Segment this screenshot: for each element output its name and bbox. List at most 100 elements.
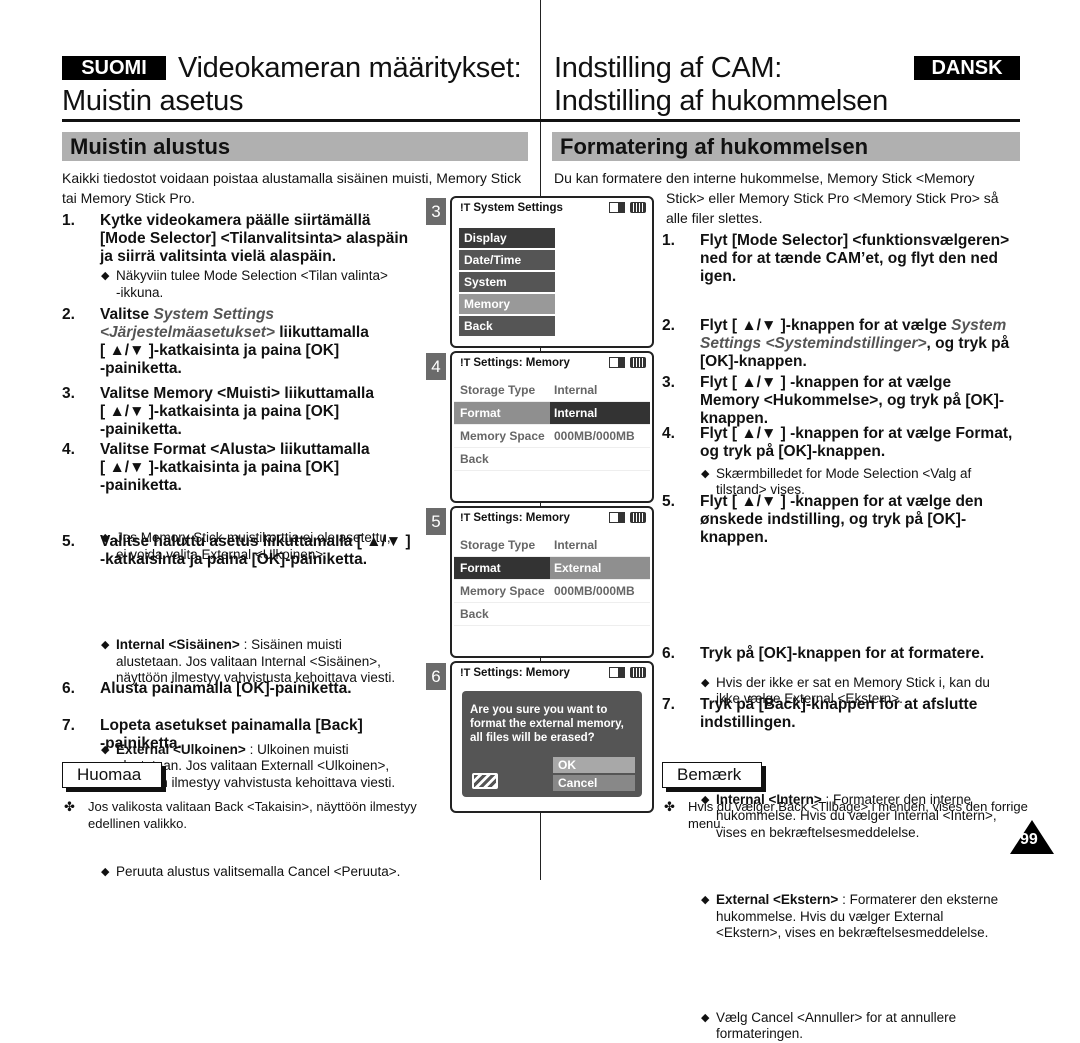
dialog-text: all files will be erased?	[470, 732, 595, 744]
sub-note-6-right: ◆ Vælg Cancel <Annuller> for at annuller…	[700, 1010, 1046, 1043]
cancel-button[interactable]: Cancel	[553, 775, 635, 791]
clover-icon: ✤	[64, 799, 75, 814]
screen-number-5: 5	[426, 508, 446, 535]
note-text: Hvis du vælger Back <Tilbage> i menuen, …	[688, 799, 1028, 814]
step-number: 2.	[662, 317, 675, 334]
note-text: menu.	[688, 816, 725, 831]
step-text: knappen.	[700, 529, 769, 546]
step-text: Tryk på [OK]-knappen for at formatere.	[700, 645, 985, 662]
row-label: Memory Space	[460, 584, 545, 598]
step-1-left: 1. Kytke videokamera päälle siirtämällä …	[62, 212, 432, 266]
menu-item-display[interactable]: Display	[459, 228, 555, 248]
screen-header: ǃT Settings: Memory	[452, 663, 652, 683]
step-3-left: 3. Valitse Memory <Muisti> liikuttamalla…	[62, 385, 432, 439]
step-text: ned for at tænde CAM’et, og flyt den ned	[700, 250, 998, 267]
sub-text: alustetaan. Jos valitaan Internal <Sisäi…	[116, 653, 381, 669]
step-number: 7.	[62, 717, 75, 734]
step-text: Flyt [Mode Selector] <funktionsvælgeren>	[700, 232, 1010, 249]
step-number: 4.	[662, 425, 675, 442]
step-text: -painiketta.	[100, 735, 182, 752]
sub-note-6-left: ◆ Peruuta alustus valitsemalla Cancel <P…	[100, 864, 446, 881]
step-number: 6.	[662, 645, 675, 662]
intro-text-right-3: alle filer slettes.	[666, 210, 763, 226]
step-4-left: 4. Valitse Format <Alusta> liikuttamalla…	[62, 441, 432, 495]
page-title-left-line2: Muistin asetus	[62, 85, 244, 117]
step-text: Alusta painamalla [OK]-painiketta.	[100, 680, 352, 697]
step-5-left: 5. Valitse haluttu asetus liikuttamalla …	[62, 533, 432, 569]
row-back[interactable]: Back	[454, 603, 650, 626]
step-text: Valitse Memory <Muisti> liikuttamalla	[100, 385, 374, 402]
intro-text-right-2: Stick> eller Memory Stick Pro <Memory St…	[666, 190, 999, 206]
row-back[interactable]: Back	[454, 448, 650, 471]
sub-text: näyttöön ilmestyy vahvistusta kehoittava…	[116, 774, 396, 790]
menu-item-date-time[interactable]: Date/Time	[459, 250, 555, 270]
step-text: [ ▲/▼ ]-katkaisinta ja paina [OK]	[100, 403, 340, 420]
step-text: Flyt [ ▲/▼ ]-knappen for at vælge	[700, 317, 952, 334]
step-3-right: 3. Flyt [ ▲/▼ ] -knappen for at vælge Me…	[662, 374, 1027, 428]
step-number: 3.	[62, 385, 75, 402]
step-2-left: 2. Valitse System Settings <Järjestelmäa…	[62, 306, 432, 378]
step-text: ja siirrä valitsinta vielä alaspäin.	[100, 248, 337, 265]
settings-icon: ǃT	[460, 667, 471, 679]
menu-ref: Settings <Systemindstillinger>	[700, 335, 927, 352]
step-text: ønskede indstilling, og tryk på [OK]-	[700, 511, 967, 528]
row-label: Back	[460, 607, 489, 621]
sub-text: Skærmbilledet for Mode Selection <Valg a…	[716, 465, 972, 481]
option-name: Internal <Sisäinen>	[116, 637, 240, 652]
menu-item-system[interactable]: System	[459, 272, 555, 292]
screen-settings-memory-external: ǃT Settings: Memory Storage Type Internal …	[450, 506, 654, 658]
step-text: -painiketta.	[100, 360, 182, 377]
step-number: 1.	[62, 212, 75, 229]
row-value: Internal	[554, 538, 598, 552]
diamond-icon: ◆	[701, 1011, 710, 1024]
screen-header: ǃT Settings: Memory	[452, 508, 652, 528]
sub-text: -ikkuna.	[116, 284, 164, 300]
menu-item-back[interactable]: Back	[459, 316, 555, 336]
ok-button[interactable]: OK	[553, 757, 635, 773]
note-label-right: Bemærk	[662, 762, 762, 788]
screen-title: Settings: Memory	[473, 357, 570, 369]
step-5-right: 5. Flyt [ ▲/▼ ] -knappen for at vælge de…	[662, 493, 1027, 547]
screen-number-4: 4	[426, 353, 446, 380]
screen-title: System Settings	[473, 202, 563, 214]
sub-note-5b-right: ◆ External <Ekstern> : Formaterer den ek…	[700, 892, 1046, 942]
settings-icon: ǃT	[460, 512, 471, 524]
confirm-dialog: Are you sure you want to format the exte…	[462, 691, 642, 797]
step-number: 5.	[62, 533, 75, 550]
step-number: 2.	[62, 306, 75, 323]
menu-item-memory[interactable]: Memory	[459, 294, 555, 314]
screen-header: ǃT System Settings	[452, 198, 652, 218]
step-text: indstillingen.	[700, 714, 796, 731]
intro-text-right-1: Du kan formatere den interne hukommelse,…	[554, 170, 975, 186]
row-label: Back	[460, 452, 489, 466]
row-storage-type[interactable]: Storage Type Internal	[454, 379, 650, 402]
menu-ref: System Settings	[153, 306, 275, 323]
memory-card-icon	[609, 357, 625, 368]
screen-format-confirm: ǃT Settings: Memory Are you sure you want…	[450, 661, 654, 813]
screen-system-settings: ǃT System Settings Display Date/Time Syst…	[450, 196, 654, 348]
screen-title: Settings: Memory	[473, 512, 570, 524]
diamond-icon: ◆	[701, 894, 710, 906]
screen-number-6: 6	[426, 663, 446, 690]
row-format[interactable]: Format External	[454, 557, 650, 580]
step-text: Valitse Format <Alusta> liikuttamalla	[100, 441, 370, 458]
sub-text: Vælg Cancel <Annuller> for at annullere	[716, 1009, 957, 1025]
step-number: 7.	[662, 696, 675, 713]
row-value-selected: Internal	[550, 402, 650, 424]
step-text: Memory <Hukommelse>, og tryk på [OK]-	[700, 392, 1005, 409]
step-text: igen.	[700, 268, 737, 285]
page-number: 99	[1020, 831, 1038, 848]
clover-icon: ✤	[664, 799, 675, 814]
title-rule-right	[540, 119, 1020, 122]
row-storage-type[interactable]: Storage Type Internal	[454, 534, 650, 557]
step-text: -painiketta.	[100, 421, 182, 438]
sub-text: <Ekstern>, vises en bekræftelsesmeddelel…	[716, 925, 989, 940]
step-text: Kytke videokamera päälle siirtämällä	[100, 212, 371, 229]
step-text: Tryk på [Back]-knappen for at afslutte	[700, 696, 978, 713]
memory-stick-icon	[472, 773, 498, 789]
row-format[interactable]: Format Internal	[454, 402, 650, 425]
row-memory-space: Memory Space 000MB/000MB	[454, 580, 650, 603]
row-label: Format	[460, 561, 501, 575]
diamond-icon: ◆	[101, 866, 110, 878]
screen-header: ǃT Settings: Memory	[452, 353, 652, 373]
